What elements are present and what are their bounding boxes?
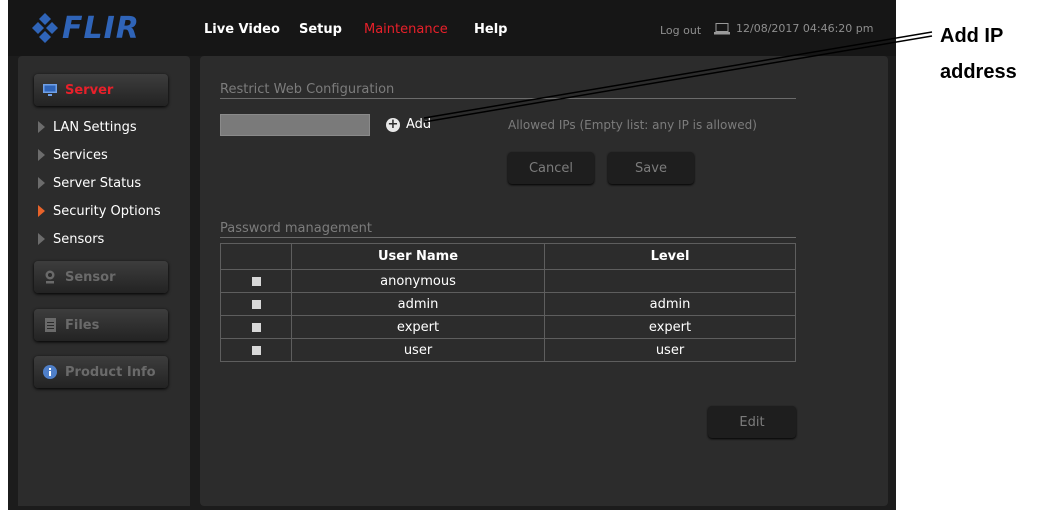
- callout-line-1: Add IP: [940, 25, 1004, 47]
- add-ip-address-callout: Add IP address: [940, 18, 1017, 90]
- callout-line-2: address: [940, 61, 1017, 83]
- callout-leader-line: [423, 31, 933, 123]
